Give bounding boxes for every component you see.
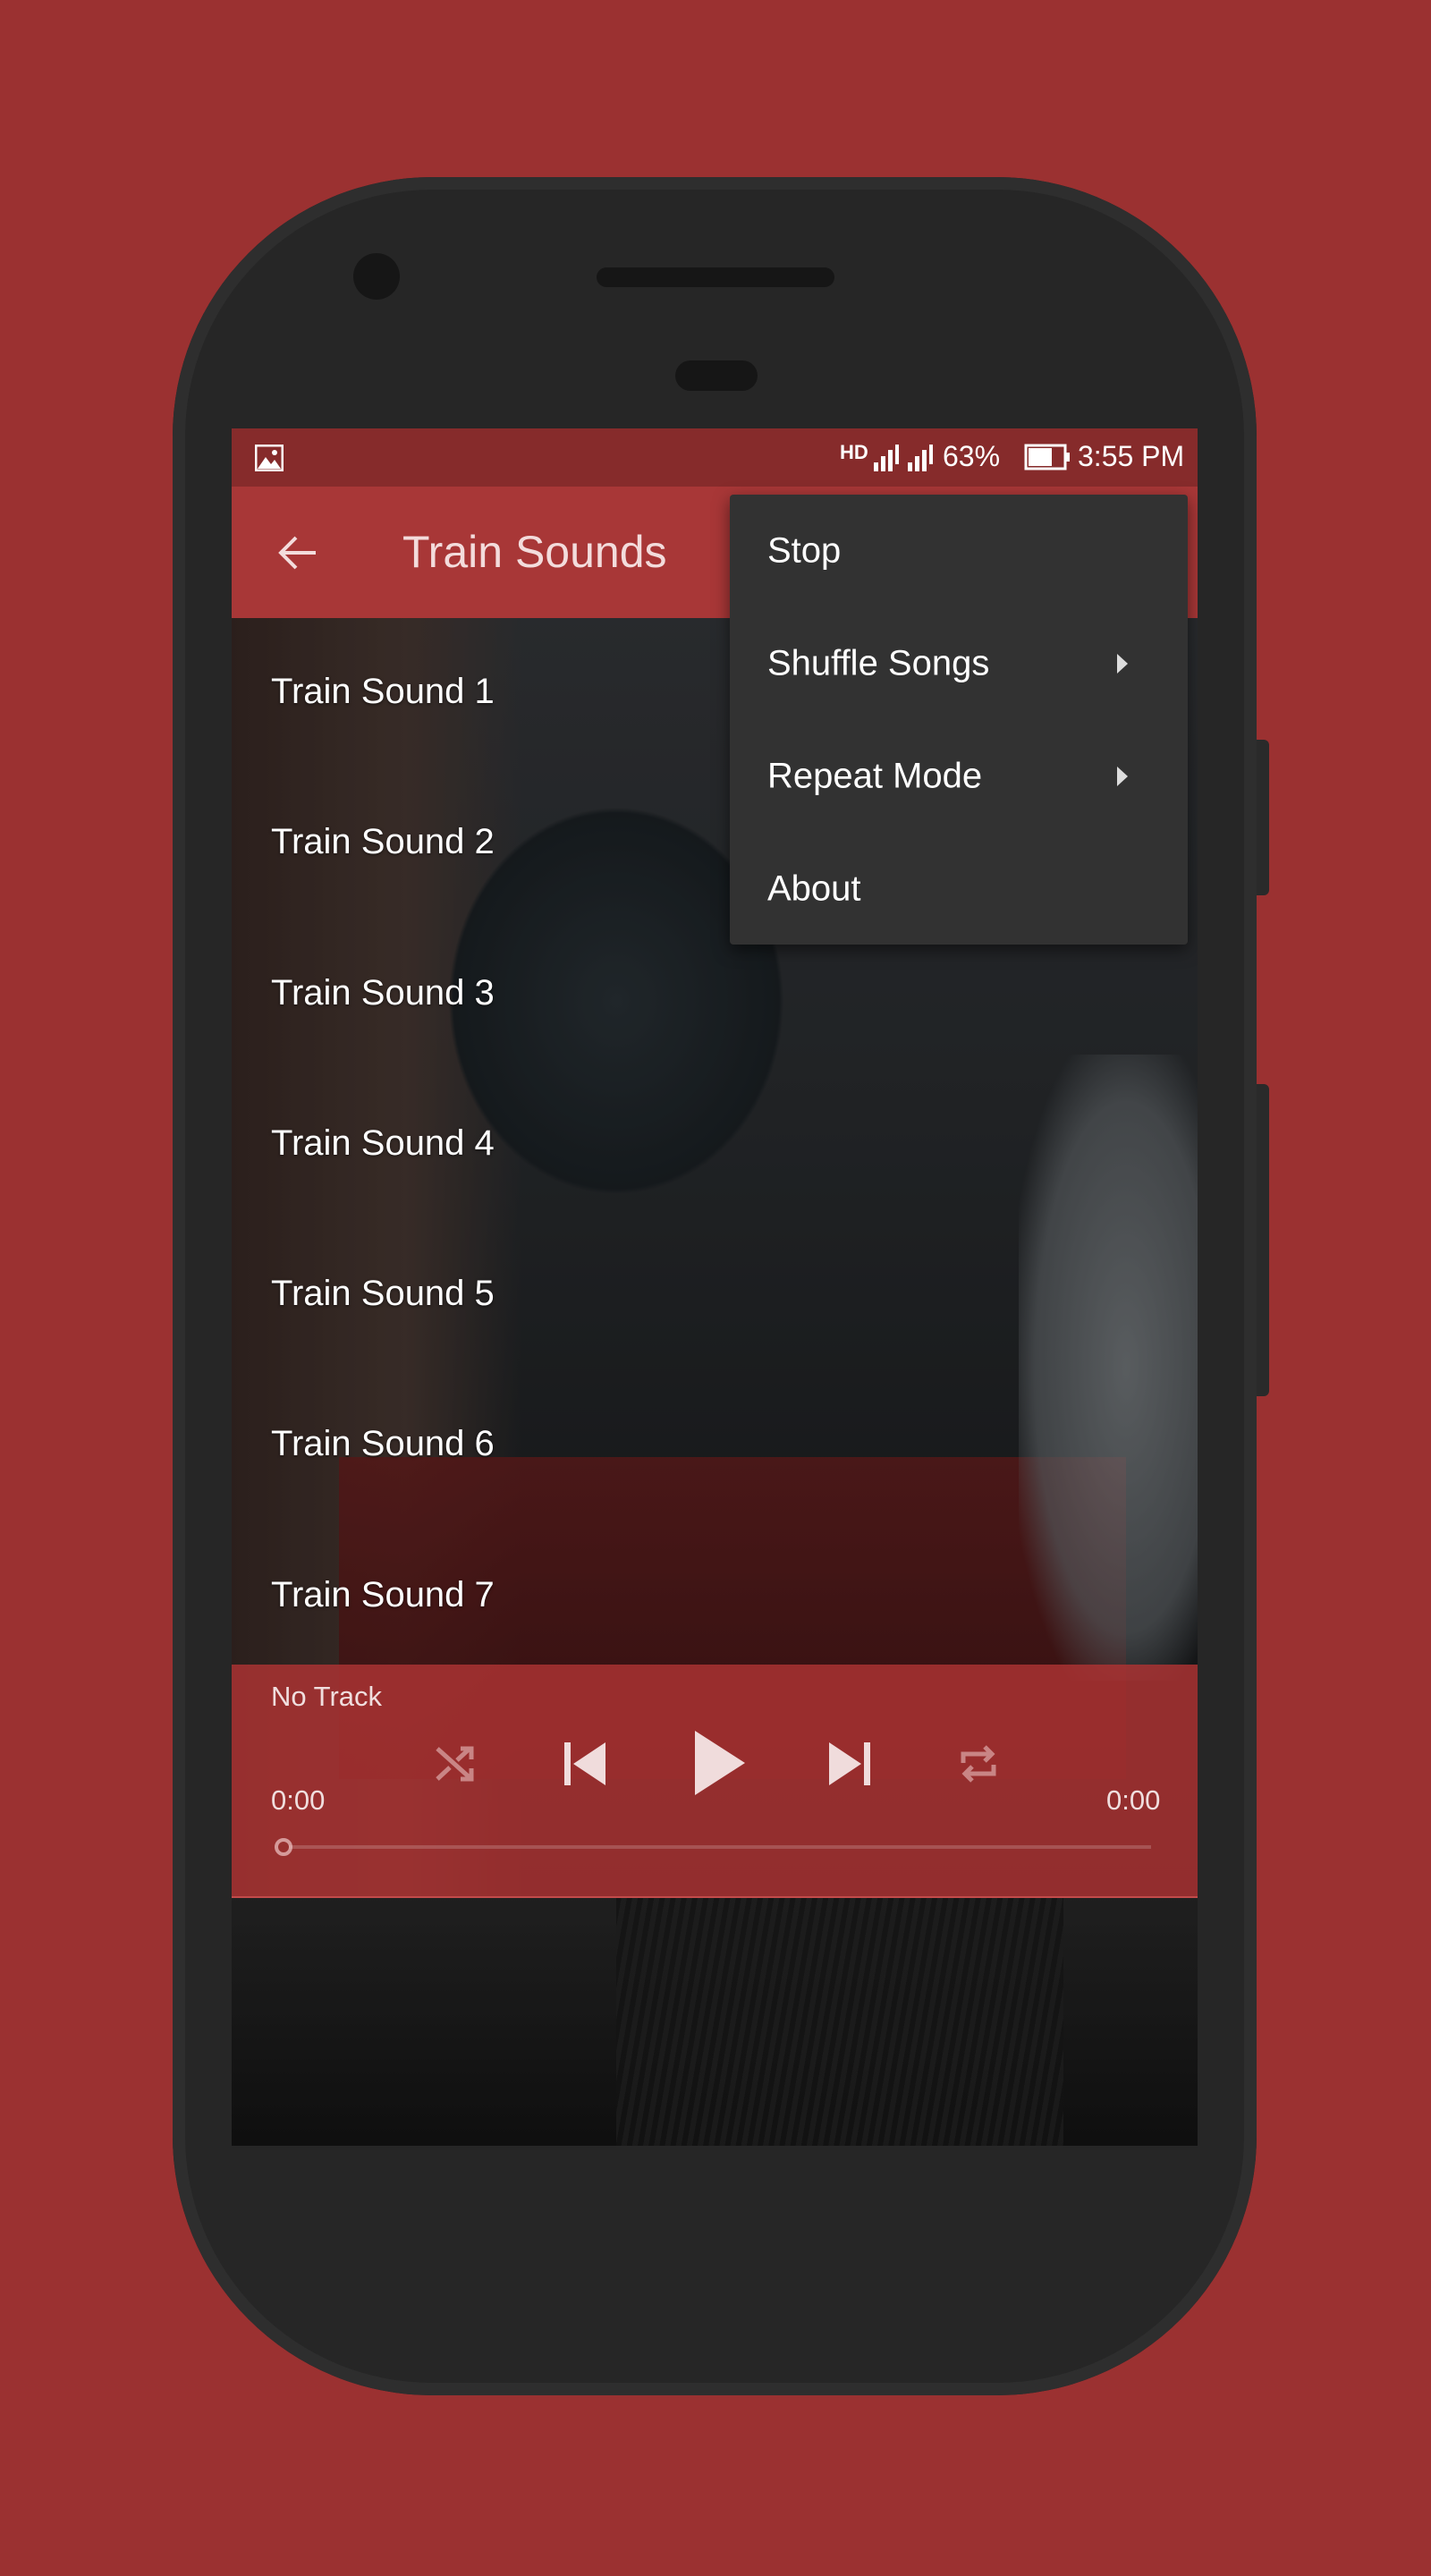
track-title: No Track — [271, 1681, 383, 1712]
list-item[interactable]: Train Sound 4 — [271, 1123, 495, 1164]
list-item[interactable]: Train Sound 3 — [271, 973, 495, 1013]
menu-item-about[interactable]: About — [730, 833, 1188, 945]
screen: HD 63% 3:55 PM Train Sounds Train Sound … — [232, 428, 1198, 2146]
list-item[interactable]: Train Sound 2 — [271, 822, 495, 862]
elapsed-time: 0:00 — [271, 1784, 326, 1816]
menu-item-repeat-mode[interactable]: Repeat Mode — [730, 720, 1188, 832]
page-title: Train Sounds — [402, 527, 667, 577]
seek-thumb[interactable] — [275, 1838, 292, 1856]
proximity-sensor — [675, 360, 758, 391]
skip-next-icon[interactable] — [824, 1739, 874, 1789]
list-item[interactable]: Train Sound 6 — [271, 1424, 495, 1464]
battery-icon — [1024, 444, 1070, 470]
status-bar: HD 63% 3:55 PM — [232, 428, 1198, 487]
duration-time: 0:00 — [1106, 1784, 1161, 1816]
seek-bar[interactable] — [289, 1845, 1151, 1849]
menu-item-shuffle-songs[interactable]: Shuffle Songs — [730, 607, 1188, 719]
image-icon — [255, 445, 284, 471]
submenu-arrow-icon — [1117, 766, 1128, 786]
power-button — [1257, 1084, 1269, 1396]
volume-button — [1257, 740, 1269, 895]
earpiece-speaker — [597, 267, 834, 287]
front-camera — [353, 253, 400, 300]
arrow-left-icon[interactable] — [276, 532, 318, 573]
skip-previous-icon[interactable] — [561, 1739, 611, 1789]
list-item[interactable]: Train Sound 5 — [271, 1274, 495, 1314]
menu-item-stop[interactable]: Stop — [730, 495, 1188, 606]
clock: 3:55 PM — [1078, 440, 1185, 472]
submenu-arrow-icon — [1117, 653, 1128, 674]
hd-call-icon: HD — [840, 441, 868, 463]
signal-icon — [874, 445, 933, 471]
overflow-menu: Stop Shuffle Songs Repeat Mode About — [730, 495, 1188, 945]
play-icon[interactable] — [690, 1729, 749, 1797]
list-item[interactable]: Train Sound 1 — [271, 672, 495, 712]
shuffle-icon[interactable] — [434, 1743, 475, 1784]
battery-percent: 63% — [943, 440, 1001, 472]
player-panel: No Track 0:00 0:00 — [232, 1665, 1198, 1898]
repeat-icon[interactable] — [956, 1741, 1001, 1786]
list-item[interactable]: Train Sound 7 — [271, 1575, 495, 1615]
